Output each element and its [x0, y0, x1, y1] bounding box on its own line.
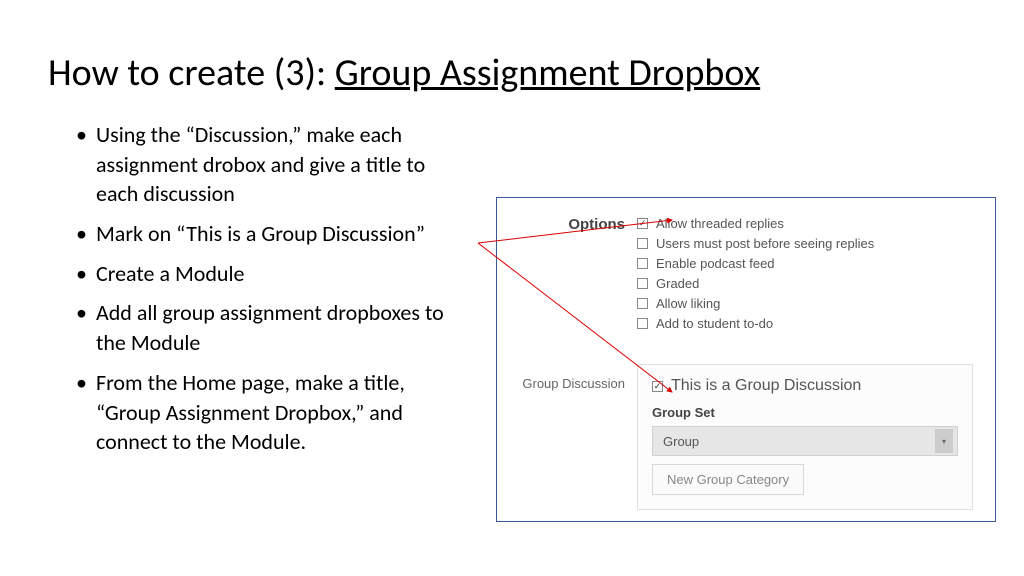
- option-label: Allow threaded replies: [656, 216, 784, 231]
- option-enable-podcast[interactable]: Enable podcast feed: [637, 256, 985, 271]
- group-set-dropdown[interactable]: Group ▾: [652, 426, 958, 456]
- checkbox-icon: [637, 218, 648, 229]
- option-label: Allow liking: [656, 296, 720, 311]
- checkbox-icon: [652, 381, 663, 392]
- option-allow-threaded[interactable]: Allow threaded replies: [637, 216, 985, 231]
- checkbox-icon: [637, 298, 648, 309]
- checkbox-icon: [637, 318, 648, 329]
- chevron-down-icon: ▾: [935, 429, 953, 453]
- group-discussion-heading: Group Discussion: [497, 364, 637, 510]
- option-label: Graded: [656, 276, 699, 291]
- title-underlined: Group Assignment Dropbox: [335, 50, 760, 96]
- options-heading: Options: [497, 216, 637, 336]
- option-allow-liking[interactable]: Allow liking: [637, 296, 985, 311]
- option-add-todo[interactable]: Add to student to-do: [637, 316, 985, 331]
- list-item: Create a Module: [76, 259, 456, 289]
- list-item: Mark on “This is a Group Discussion”: [76, 219, 456, 249]
- title-prefix: How to create (3):: [48, 50, 335, 96]
- button-label: New Group Category: [667, 472, 789, 487]
- list-item: Using the “Discussion,” make each assign…: [76, 120, 456, 209]
- options-checklist: Allow threaded replies Users must post b…: [637, 216, 985, 336]
- option-label: Add to student to-do: [656, 316, 773, 331]
- checkbox-icon: [637, 278, 648, 289]
- option-label: Users must post before seeing replies: [656, 236, 874, 251]
- option-graded[interactable]: Graded: [637, 276, 985, 291]
- checkbox-icon: [637, 258, 648, 269]
- new-group-category-button[interactable]: New Group Category: [652, 464, 804, 495]
- slide-title: How to create (3): Group Assignment Drop…: [0, 0, 1024, 112]
- group-discussion-box: This is a Group Discussion Group Set Gro…: [637, 364, 973, 510]
- option-label: Enable podcast feed: [656, 256, 775, 271]
- group-set-heading: Group Set: [652, 405, 958, 420]
- dropdown-value: Group: [663, 434, 699, 449]
- checkbox-icon: [637, 238, 648, 249]
- bullet-list: Using the “Discussion,” make each assign…: [0, 112, 510, 457]
- list-item: From the Home page, make a title, “Group…: [76, 368, 456, 457]
- group-checkbox-label: This is a Group Discussion: [671, 377, 861, 395]
- options-panel: Options Allow threaded replies Users mus…: [496, 197, 996, 522]
- list-item: Add all group assignment dropboxes to th…: [76, 298, 456, 357]
- group-discussion-checkbox[interactable]: This is a Group Discussion: [652, 377, 958, 395]
- option-users-must-post[interactable]: Users must post before seeing replies: [637, 236, 985, 251]
